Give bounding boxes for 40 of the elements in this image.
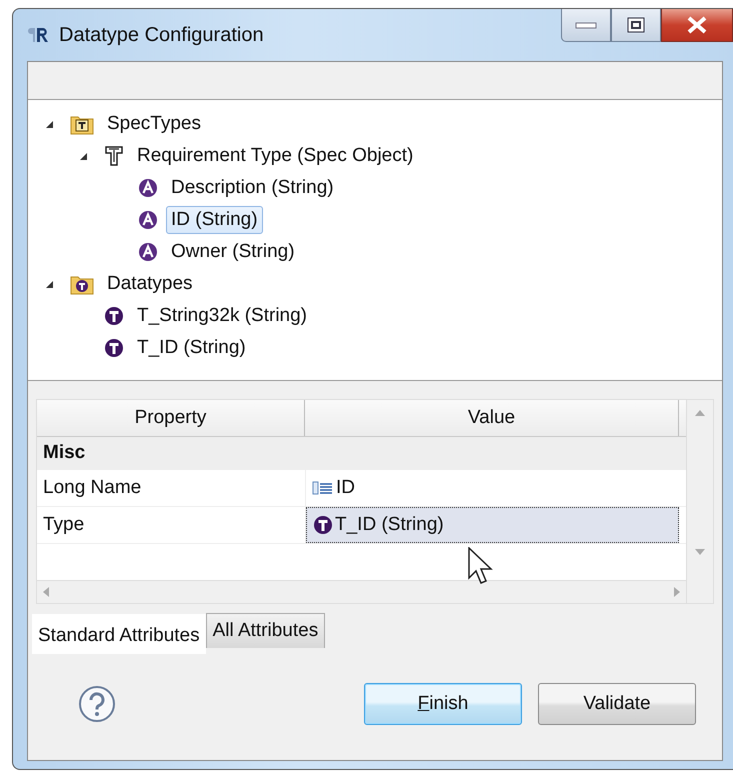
property-value[interactable]: T_ID (String) <box>306 506 679 543</box>
column-header[interactable]: Value <box>305 400 679 436</box>
tree-item[interactable]: Requirement Type (Spec Object) <box>132 142 418 170</box>
expanded-arrow-icon[interactable] <box>44 119 54 130</box>
attribute-icon <box>138 242 158 262</box>
datatype-icon <box>104 338 124 358</box>
tree-item[interactable]: T_ID (String) <box>132 334 251 362</box>
dialog-button[interactable]: Finish <box>364 683 522 725</box>
tree-item[interactable]: ID (String) <box>166 206 263 234</box>
attribute-icon <box>138 210 158 230</box>
text-field-icon <box>312 480 334 496</box>
close-button[interactable] <box>661 9 733 42</box>
tree-item[interactable]: Owner (String) <box>166 238 300 266</box>
property-name: Long Name <box>42 476 142 500</box>
help-icon[interactable] <box>78 685 116 723</box>
minimize-button[interactable] <box>561 9 611 42</box>
maximize-button[interactable] <box>611 9 661 42</box>
expanded-arrow-icon[interactable] <box>78 151 88 162</box>
column-header[interactable]: Property <box>37 400 305 436</box>
app-logo-icon <box>25 25 51 45</box>
attribute-icon <box>138 178 158 198</box>
maximize-icon <box>627 17 645 33</box>
type-icon <box>104 145 124 168</box>
window-title: Datatype Configuration <box>59 24 264 46</box>
tab[interactable]: Standard Attributes <box>32 614 206 654</box>
group-header: Misc <box>37 436 686 470</box>
tree-item[interactable]: Datatypes <box>102 270 198 298</box>
expanded-arrow-icon[interactable] <box>44 279 54 290</box>
property-name: Type <box>42 512 86 537</box>
datatype-icon <box>104 306 124 326</box>
close-icon <box>686 16 708 34</box>
datatype-icon <box>313 514 333 535</box>
dialog-button[interactable]: Validate <box>538 683 696 725</box>
tab[interactable]: All Attributes <box>206 613 326 648</box>
mouse-cursor-icon <box>468 547 494 587</box>
tree-item[interactable]: SpecTypes <box>102 110 206 138</box>
tree-item[interactable]: T_String32k (String) <box>132 302 312 330</box>
property-value[interactable]: ID <box>306 470 679 506</box>
minimize-icon <box>575 21 597 29</box>
tree-item[interactable]: Description (String) <box>166 174 339 202</box>
